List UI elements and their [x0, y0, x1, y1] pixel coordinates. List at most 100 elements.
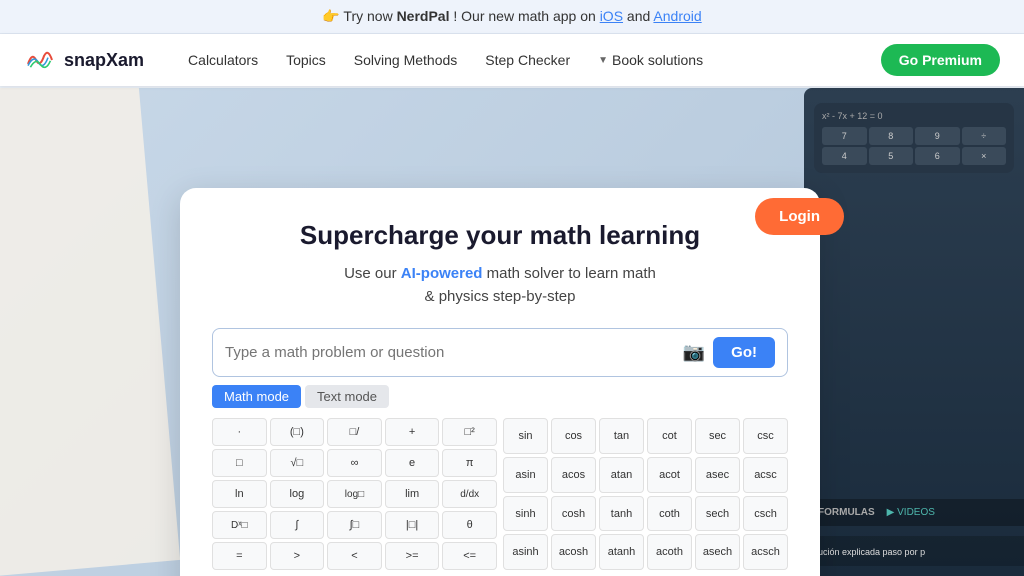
- banner-and: and: [627, 8, 653, 24]
- nav-solving-methods[interactable]: Solving Methods: [342, 46, 470, 74]
- tab-text-mode[interactable]: Text mode: [305, 385, 389, 408]
- kb-plus[interactable]: +: [385, 418, 440, 446]
- kb-asech[interactable]: asech: [695, 534, 740, 570]
- kb-csch[interactable]: csch: [743, 496, 788, 532]
- hero-subtitle: Use our AI-powered math solver to learn …: [212, 263, 788, 308]
- kb-cot[interactable]: cot: [647, 418, 692, 454]
- kb-theta[interactable]: θ: [442, 511, 497, 539]
- kb-gte[interactable]: >=: [385, 542, 440, 570]
- subtitle-ai-powered: AI-powered: [401, 265, 483, 282]
- kb-lim[interactable]: lim: [385, 480, 440, 508]
- kb-lt[interactable]: <: [327, 542, 382, 570]
- kb-e[interactable]: e: [385, 449, 440, 477]
- tab-math-mode[interactable]: Math mode: [212, 385, 301, 408]
- search-row: 📷 Go!: [212, 328, 788, 377]
- kb-tanh[interactable]: tanh: [599, 496, 644, 532]
- phone-key: 9: [915, 127, 960, 145]
- search-input[interactable]: [225, 344, 683, 361]
- kb-lte[interactable]: <=: [442, 542, 497, 570]
- phone-key: 6: [915, 147, 960, 165]
- banner-emoji: 👉: [322, 8, 339, 24]
- kb-gt[interactable]: >: [270, 542, 325, 570]
- go-button[interactable]: Go!: [713, 337, 775, 368]
- phone-screen: x² - 7x + 12 = 0 7 8 9 ÷ 4 5 6 ×: [814, 103, 1014, 173]
- keyboard-left: · (□) □/ + □² □ √□ ∞ e π ln log log□ lim…: [212, 418, 497, 570]
- nav-step-checker[interactable]: Step Checker: [473, 46, 582, 74]
- login-button[interactable]: Login: [755, 198, 844, 235]
- kb-sqrt[interactable]: √□: [270, 449, 325, 477]
- camera-icon[interactable]: 📷: [683, 342, 705, 363]
- kb-dx[interactable]: Dˣ□: [212, 511, 267, 539]
- kb-asinh[interactable]: asinh: [503, 534, 548, 570]
- kb-sech[interactable]: sech: [695, 496, 740, 532]
- kb-acoth[interactable]: acoth: [647, 534, 692, 570]
- kb-csc[interactable]: csc: [743, 418, 788, 454]
- main-card: Supercharge your math learning Use our A…: [180, 188, 820, 576]
- kb-atanh[interactable]: atanh: [599, 534, 644, 570]
- kb-sec[interactable]: sec: [695, 418, 740, 454]
- phone-key: 4: [822, 147, 867, 165]
- videos-label[interactable]: ▶ VIDEOS: [887, 507, 935, 518]
- phone-key: 8: [869, 127, 914, 145]
- kb-sinh[interactable]: sinh: [503, 496, 548, 532]
- kb-int[interactable]: ∫: [270, 511, 325, 539]
- premium-button[interactable]: Go Premium: [881, 44, 1000, 76]
- kb-acosh[interactable]: acosh: [551, 534, 596, 570]
- kb-cos[interactable]: cos: [551, 418, 596, 454]
- nav-book-solutions[interactable]: ▼ Book solutions: [586, 46, 715, 74]
- phone-key: 5: [869, 147, 914, 165]
- nav-links: Calculators Topics Solving Methods Step …: [176, 46, 881, 74]
- kb-atan[interactable]: atan: [599, 457, 644, 493]
- subtitle-text1: Use our: [344, 265, 401, 282]
- kb-sin[interactable]: sin: [503, 418, 548, 454]
- logo-text: snapXam: [64, 50, 144, 71]
- keyboard-right: sin cos tan cot sec csc asin acos atan a…: [503, 418, 788, 570]
- solution-step-banner: ución explicada paso por p: [804, 536, 1024, 566]
- nav-calculators[interactable]: Calculators: [176, 46, 270, 74]
- navbar: snapXam Calculators Topics Solving Metho…: [0, 34, 1024, 86]
- banner-text1: Try now: [343, 8, 396, 24]
- phone-keypad: 7 8 9 ÷ 4 5 6 ×: [822, 127, 1006, 165]
- banner-brand: NerdPal: [397, 8, 450, 24]
- kb-frac[interactable]: □/: [327, 418, 382, 446]
- kb-box[interactable]: □: [212, 449, 267, 477]
- kb-ddx[interactable]: d/dx: [442, 480, 497, 508]
- banner-ios-link[interactable]: iOS: [600, 8, 623, 24]
- kb-asec[interactable]: asec: [695, 457, 740, 493]
- kb-abs[interactable]: |□|: [385, 511, 440, 539]
- banner-text2: ! Our new math app on: [453, 8, 599, 24]
- hero-background: x² - 7x + 12 = 0 7 8 9 ÷ 4 5 6 × FORMULA…: [0, 88, 1024, 576]
- phone-key: ×: [962, 147, 1007, 165]
- formulas-label[interactable]: FORMULAS: [818, 507, 875, 518]
- kb-inf[interactable]: ∞: [327, 449, 382, 477]
- kb-acsc[interactable]: acsc: [743, 457, 788, 493]
- banner-android-link[interactable]: Android: [653, 8, 701, 24]
- logo-area[interactable]: snapXam: [24, 48, 144, 72]
- kb-acot[interactable]: acot: [647, 457, 692, 493]
- kb-intbox[interactable]: ∫□: [327, 511, 382, 539]
- hero-title: Supercharge your math learning: [212, 220, 788, 251]
- kb-asin[interactable]: asin: [503, 457, 548, 493]
- kb-pi[interactable]: π: [442, 449, 497, 477]
- kb-log[interactable]: log: [270, 480, 325, 508]
- paper-texture: [0, 88, 180, 576]
- kb-sq[interactable]: □²: [442, 418, 497, 446]
- keyboard-area: · (□) □/ + □² □ √□ ∞ e π ln log log□ lim…: [212, 418, 788, 570]
- kb-logbox[interactable]: log□: [327, 480, 382, 508]
- kb-eq[interactable]: =: [212, 542, 267, 570]
- kb-cosh[interactable]: cosh: [551, 496, 596, 532]
- solution-text: ución explicada paso por p: [818, 547, 925, 557]
- kb-paren[interactable]: (□): [270, 418, 325, 446]
- nav-book-solutions-label: Book solutions: [612, 52, 703, 68]
- kb-tan[interactable]: tan: [599, 418, 644, 454]
- kb-dot[interactable]: ·: [212, 418, 267, 446]
- nav-topics[interactable]: Topics: [274, 46, 338, 74]
- equation-display: x² - 7x + 12 = 0: [822, 111, 1006, 121]
- phone-key: 7: [822, 127, 867, 145]
- kb-ln[interactable]: ln: [212, 480, 267, 508]
- kb-acsch[interactable]: acsch: [743, 534, 788, 570]
- phone-mockup: x² - 7x + 12 = 0 7 8 9 ÷ 4 5 6 × FORMULA…: [804, 88, 1024, 576]
- top-banner: 👉 Try now NerdPal ! Our new math app on …: [0, 0, 1024, 34]
- kb-acos[interactable]: acos: [551, 457, 596, 493]
- kb-coth[interactable]: coth: [647, 496, 692, 532]
